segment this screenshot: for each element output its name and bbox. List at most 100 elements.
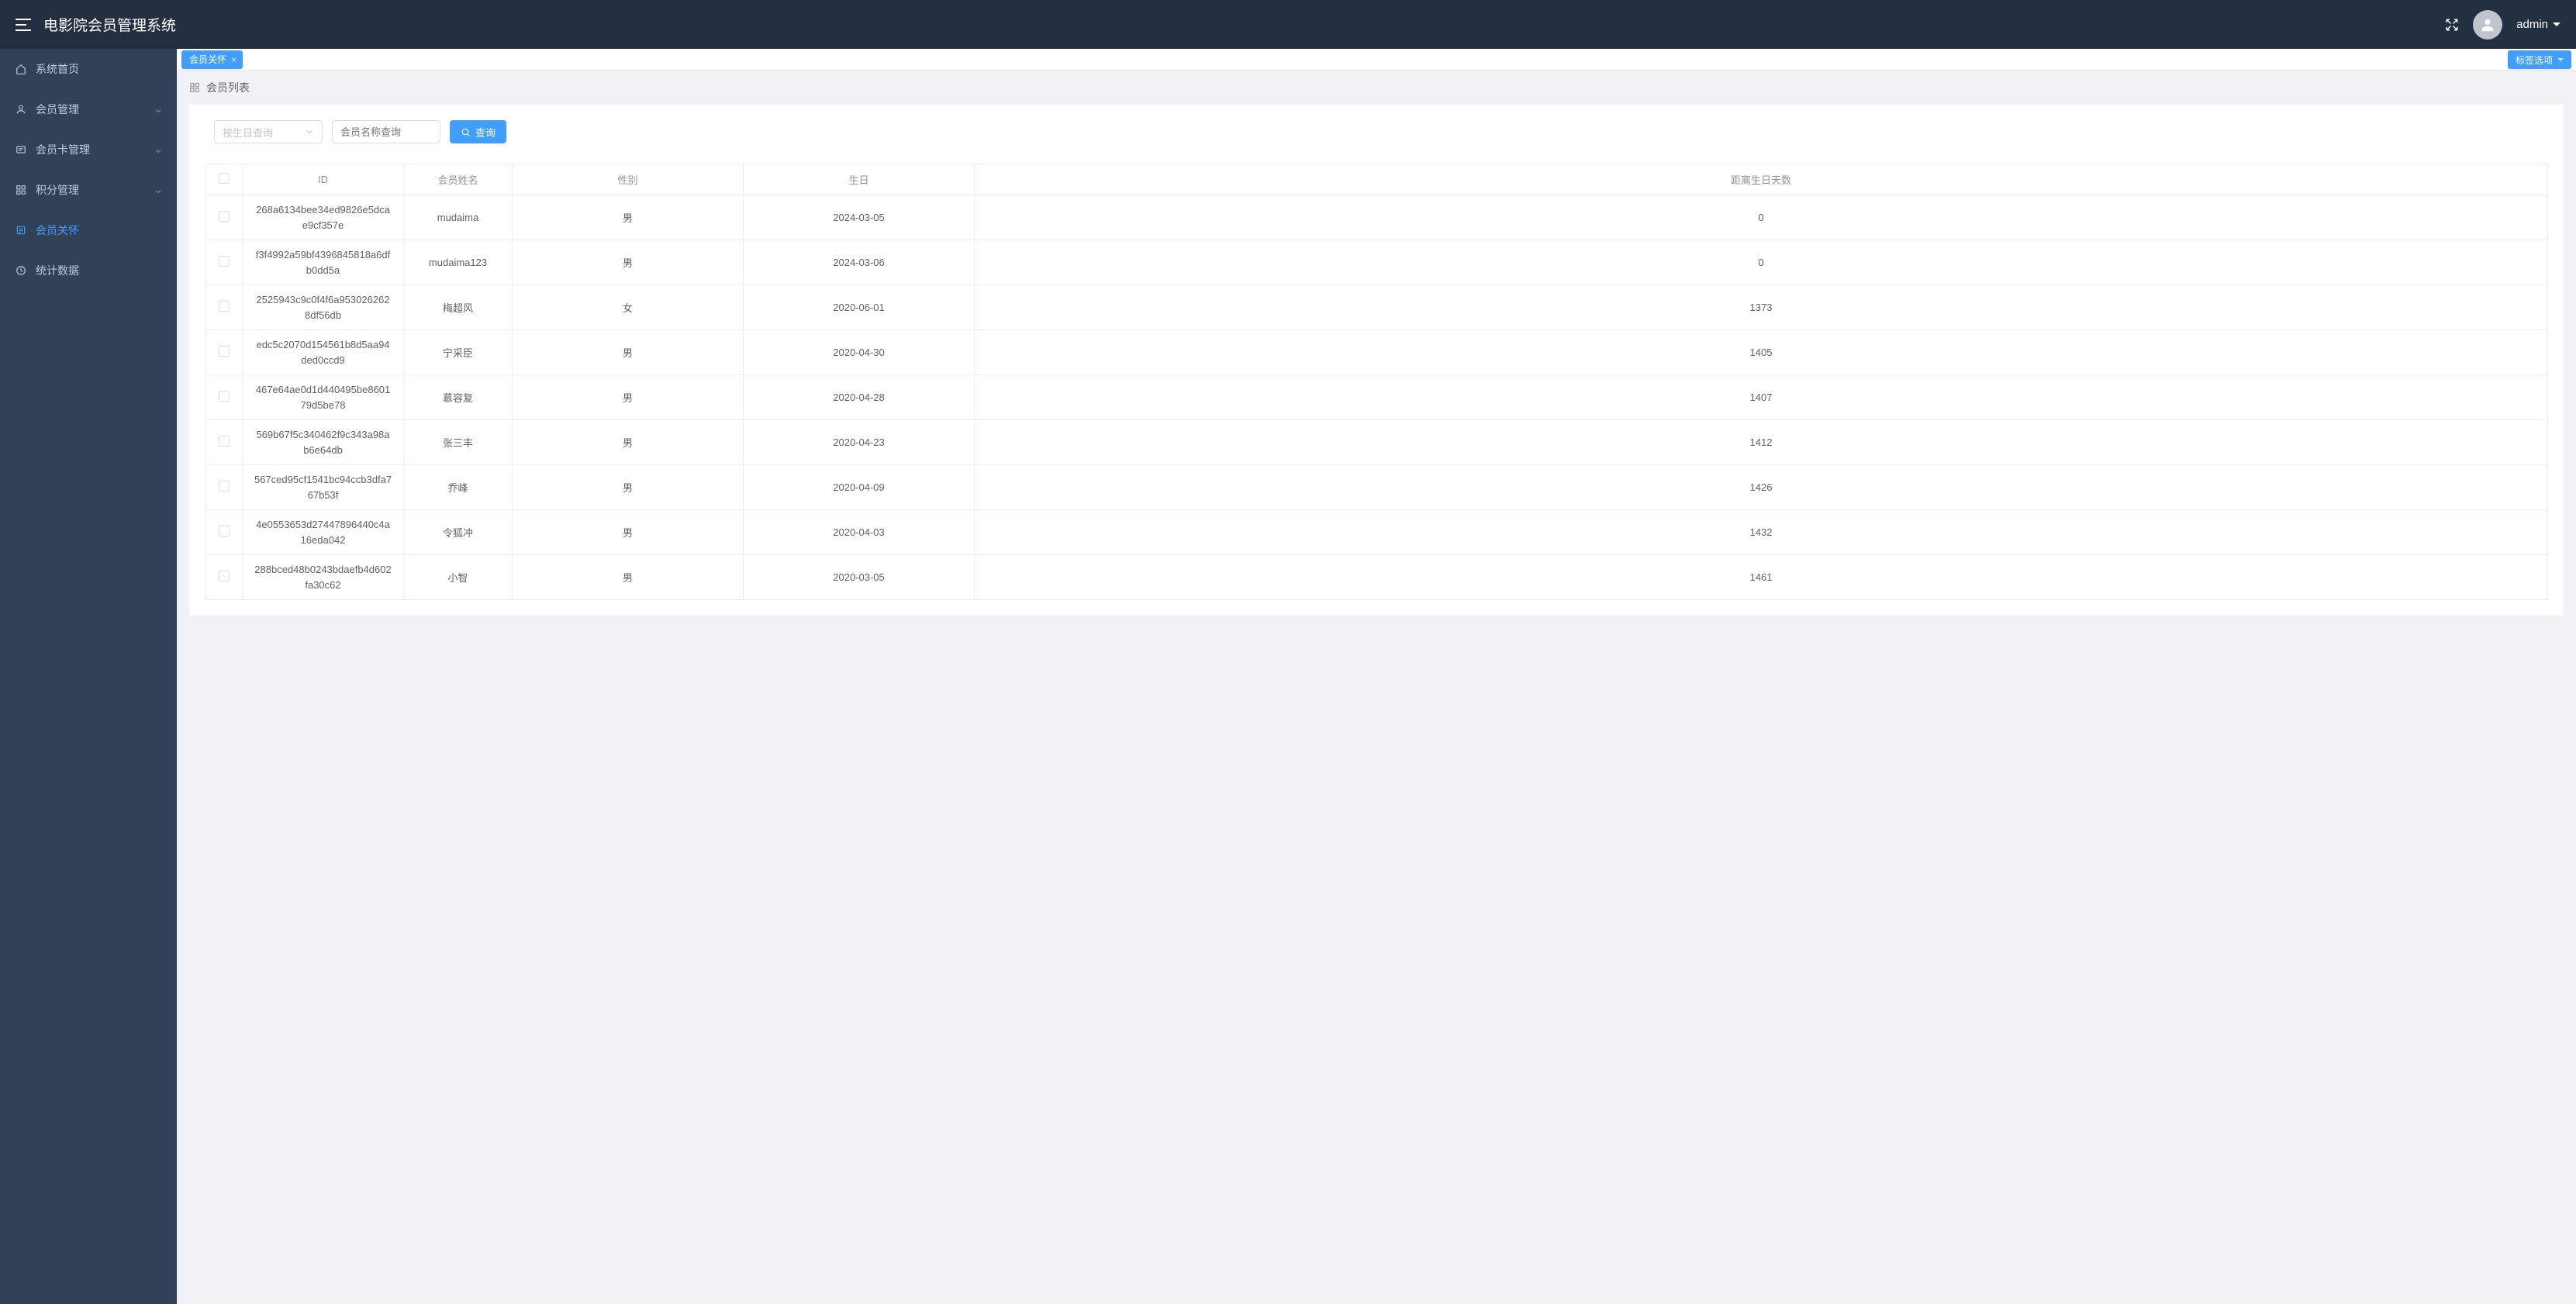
cell-days: 1412 (975, 420, 2548, 465)
birthday-select[interactable]: 按生日查询 (214, 120, 323, 143)
cell-id: 4e0553653d27447896440c4a16eda042 (243, 510, 404, 555)
cell-name: 令狐冲 (404, 510, 513, 555)
cell-gender: 男 (513, 240, 744, 285)
sidebar-item-member[interactable]: 会员管理 (0, 89, 177, 129)
table-row: 2525943c9c0f4f6a9530262628df56db梅超风女2020… (205, 285, 2548, 330)
cell-birthday: 2020-04-30 (744, 330, 975, 375)
row-checkbox[interactable] (219, 571, 230, 581)
row-checkbox[interactable] (219, 346, 230, 357)
cell-birthday: 2024-03-05 (744, 195, 975, 240)
row-checkbox[interactable] (219, 301, 230, 312)
cell-days: 0 (975, 195, 2548, 240)
cell-name: 宁采臣 (404, 330, 513, 375)
table-header-row: ID 会员姓名 性别 生日 距离生日天数 (205, 164, 2548, 195)
stats-icon (16, 265, 28, 276)
cell-id: 569b67f5c340462f9c343a98ab6e64db (243, 420, 404, 465)
fullscreen-icon[interactable] (2445, 18, 2459, 32)
cell-days: 1405 (975, 330, 2548, 375)
top-header: 电影院会员管理系统 admin (0, 0, 2576, 49)
cell-birthday: 2020-04-03 (744, 510, 975, 555)
members-table: ID 会员姓名 性别 生日 距离生日天数 268a6134bee34ed9826… (205, 164, 2548, 600)
search-button-label: 查询 (475, 125, 496, 140)
app-title: 电影院会员管理系统 (43, 14, 176, 35)
cell-gender: 男 (513, 375, 744, 420)
breadcrumb: 会员列表 (177, 71, 2576, 105)
tab-member-care[interactable]: 会员关怀 × (181, 50, 243, 69)
col-id: ID (243, 164, 404, 195)
cell-days: 1373 (975, 285, 2548, 330)
cell-id: 2525943c9c0f4f6a9530262628df56db (243, 285, 404, 330)
col-name: 会员姓名 (404, 164, 513, 195)
name-input[interactable] (340, 126, 432, 138)
username: admin (2516, 18, 2548, 31)
cell-birthday: 2020-04-09 (744, 465, 975, 510)
cell-birthday: 2020-04-23 (744, 420, 975, 465)
card-icon (16, 144, 28, 155)
cell-name: mudaima (404, 195, 513, 240)
cell-birthday: 2024-03-06 (744, 240, 975, 285)
cell-gender: 男 (513, 420, 744, 465)
sidebar-item-label: 会员卡管理 (36, 142, 154, 157)
col-gender: 性别 (513, 164, 744, 195)
sidebar-item-label: 统计数据 (36, 263, 161, 278)
sidebar-item-points[interactable]: 积分管理 (0, 170, 177, 210)
cell-id: 288bced48b0243bdaefb4d602fa30c62 (243, 555, 404, 600)
caret-down-icon (2553, 22, 2560, 26)
tab-options-label: 标签选项 (2516, 53, 2553, 67)
cell-gender: 男 (513, 330, 744, 375)
care-icon (16, 225, 28, 236)
table-row: 569b67f5c340462f9c343a98ab6e64db张三丰男2020… (205, 420, 2548, 465)
cell-name: 慕容复 (404, 375, 513, 420)
cell-name: 乔峰 (404, 465, 513, 510)
col-birthday: 生日 (744, 164, 975, 195)
avatar[interactable] (2473, 10, 2502, 40)
table-row: 288bced48b0243bdaefb4d602fa30c62小智男2020-… (205, 555, 2548, 600)
cell-gender: 女 (513, 285, 744, 330)
sidebar-item-care[interactable]: 会员关怀 (0, 210, 177, 250)
row-checkbox[interactable] (219, 436, 230, 447)
table-row: 567ced95cf1541bc94ccb3dfa767b53f乔峰男2020-… (205, 465, 2548, 510)
user-menu[interactable]: admin (2516, 18, 2560, 31)
sidebar-item-home[interactable]: 系统首页 (0, 49, 177, 89)
table-row: edc5c2070d154561b8d5aa94ded0ccd9宁采臣男2020… (205, 330, 2548, 375)
cell-days: 0 (975, 240, 2548, 285)
cell-id: edc5c2070d154561b8d5aa94ded0ccd9 (243, 330, 404, 375)
sidebar-item-label: 积分管理 (36, 182, 154, 198)
cell-days: 1426 (975, 465, 2548, 510)
tab-label: 会员关怀 (189, 53, 226, 66)
member-icon (16, 104, 28, 115)
tabs-bar: 会员关怀 × 标签选项 (177, 49, 2576, 71)
cell-id: 567ced95cf1541bc94ccb3dfa767b53f (243, 465, 404, 510)
home-icon (16, 64, 28, 74)
close-icon[interactable]: × (231, 54, 237, 65)
cell-id: 467e64ae0d1d440495be860179d5be78 (243, 375, 404, 420)
menu-toggle-icon[interactable] (16, 19, 31, 31)
breadcrumb-label: 会员列表 (206, 80, 250, 95)
points-icon (16, 185, 28, 195)
table-row: 467e64ae0d1d440495be860179d5be78慕容复男2020… (205, 375, 2548, 420)
cell-days: 1407 (975, 375, 2548, 420)
chevron-down-icon (154, 105, 161, 113)
col-days: 距离生日天数 (975, 164, 2548, 195)
filter-bar: 按生日查询 查询 (205, 120, 2548, 143)
name-input-wrapper (332, 120, 440, 143)
content-panel: 按生日查询 查询 ID (189, 105, 2564, 616)
search-icon (461, 127, 471, 137)
row-checkbox[interactable] (219, 526, 230, 536)
cell-days: 1432 (975, 510, 2548, 555)
row-checkbox[interactable] (219, 391, 230, 402)
row-checkbox[interactable] (219, 256, 230, 267)
sidebar: 系统首页会员管理会员卡管理积分管理会员关怀统计数据 (0, 49, 177, 1304)
row-checkbox[interactable] (219, 211, 230, 222)
tab-options-button[interactable]: 标签选项 (2508, 50, 2571, 69)
sidebar-item-stats[interactable]: 统计数据 (0, 250, 177, 291)
row-checkbox[interactable] (219, 481, 230, 492)
sidebar-item-label: 系统首页 (36, 61, 161, 77)
cell-name: 小智 (404, 555, 513, 600)
chevron-down-icon (154, 186, 161, 194)
select-all-checkbox[interactable] (219, 173, 230, 184)
birthday-select-placeholder: 按生日查询 (223, 125, 273, 140)
caret-down-icon (2557, 58, 2564, 61)
search-button[interactable]: 查询 (450, 120, 506, 143)
sidebar-item-card[interactable]: 会员卡管理 (0, 129, 177, 170)
